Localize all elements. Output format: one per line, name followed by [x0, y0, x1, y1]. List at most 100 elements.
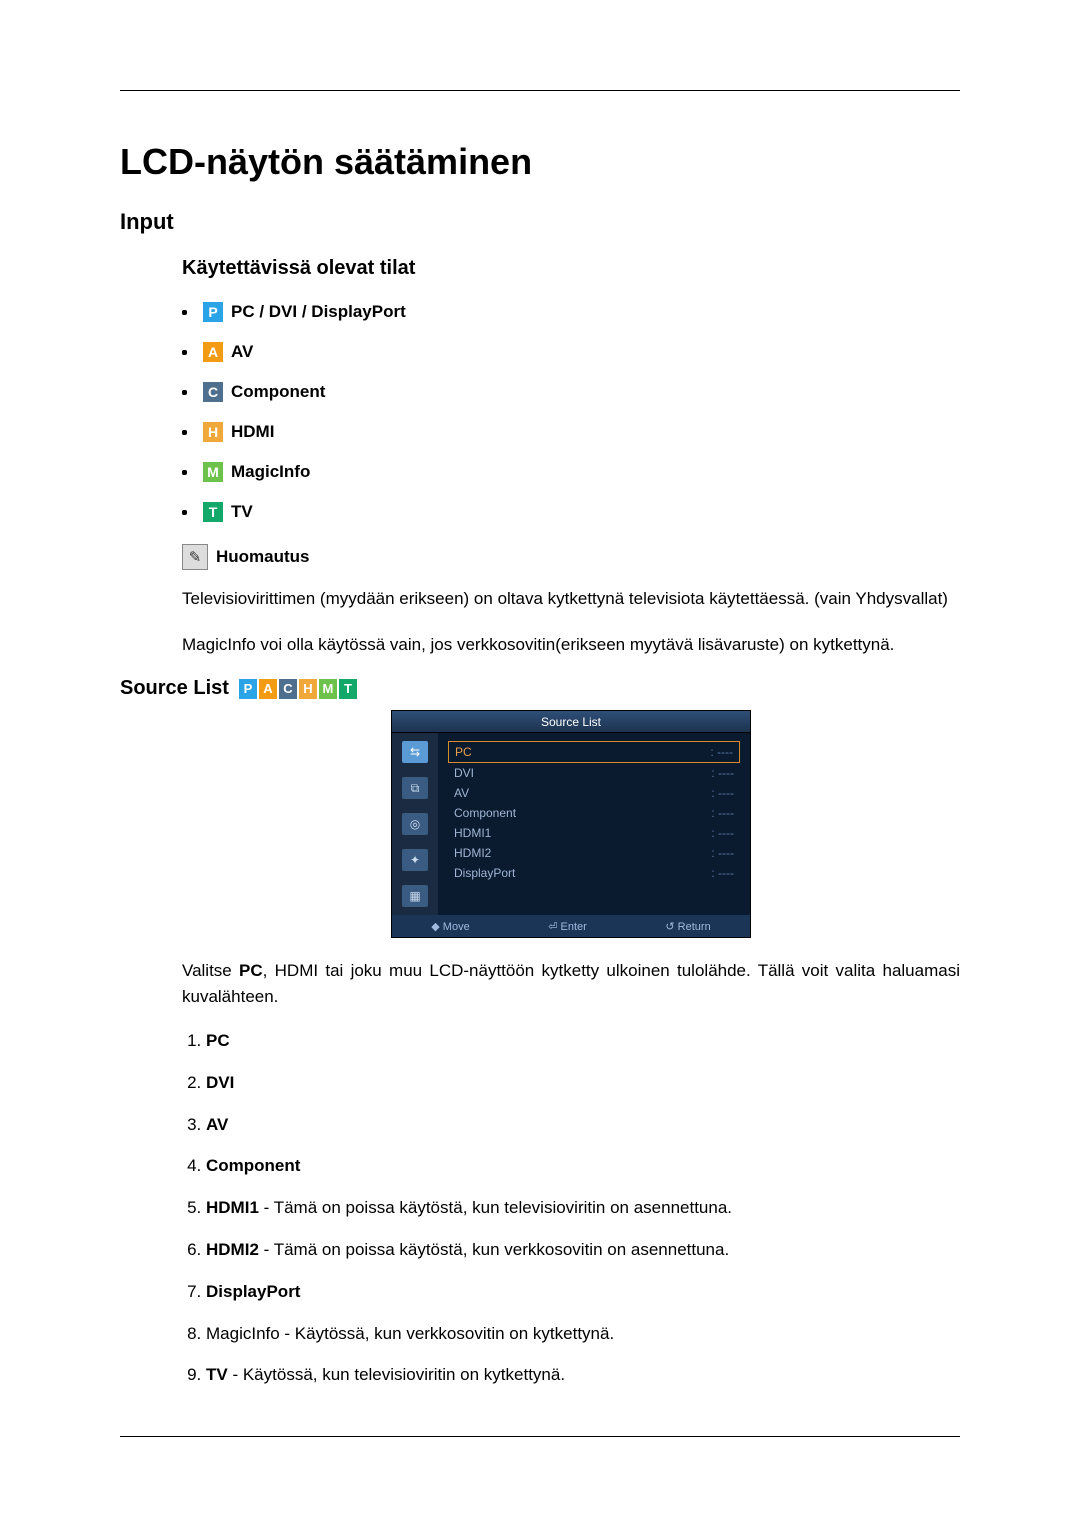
mode-item: H HDMI	[182, 422, 960, 442]
osd-row-name: HDMI1	[454, 826, 491, 840]
badge-letter-icon: C	[279, 679, 297, 699]
osd-row-name: PC	[455, 745, 472, 759]
osd-row-name: AV	[454, 786, 469, 800]
numbered-item: TV - Käytössä, kun televisioviritin on k…	[206, 1363, 960, 1387]
numbered-item-rest: - Käytössä, kun televisioviritin on kytk…	[228, 1365, 565, 1384]
badge-letter-icon: A	[259, 679, 277, 699]
mode-item: A AV	[182, 342, 960, 362]
mode-letter-icon: T	[203, 502, 223, 522]
mode-item: M MagicInfo	[182, 462, 960, 482]
sourcelist-paragraph: Valitse PC, HDMI tai joku muu LCD-näyttö…	[182, 958, 960, 1009]
numbered-item: HDMI2 - Tämä on poissa käytöstä, kun ver…	[206, 1238, 960, 1262]
osd-foot-hint: ↺ Return	[665, 920, 710, 933]
osd-row: HDMI2 : ----	[448, 843, 740, 863]
page-title: LCD-näytön säätäminen	[120, 141, 960, 183]
badge-letter-icon: T	[339, 679, 357, 699]
osd-row-value: : ----	[710, 745, 733, 759]
sourcelist-content: Source List ⇆⧉◎✦▦ PC: ----DVI: ----AV: -…	[182, 710, 960, 1387]
numbered-item: Component	[206, 1154, 960, 1178]
mode-label: HDMI	[231, 422, 274, 442]
bullet-icon	[182, 350, 187, 355]
osd-row-value: : ----	[711, 766, 734, 780]
badge-letter-icon: P	[239, 679, 257, 699]
modes-heading: Käytettävissä olevat tilat	[182, 257, 960, 280]
numbered-source-list: PC DVI AV Component HDMI1 - Tämä on poissa k…	[206, 1029, 960, 1387]
osd-row-name: DVI	[454, 766, 474, 780]
numbered-item-bold: HDMI1	[206, 1198, 259, 1217]
numbered-item: DisplayPort	[206, 1280, 960, 1304]
bullet-icon	[182, 470, 187, 475]
osd-row: DVI : ----	[448, 763, 740, 783]
osd-side-icon: ✦	[402, 849, 428, 871]
mode-letter-icon: A	[203, 342, 223, 362]
numbered-item-bold: AV	[206, 1115, 228, 1134]
osd-row: Component : ----	[448, 803, 740, 823]
mode-item: CComponent	[182, 382, 960, 402]
mode-item: T TV	[182, 502, 960, 522]
mode-item: P PC / DVI / DisplayPort	[182, 302, 960, 322]
mode-label: AV	[231, 342, 253, 362]
osd-body: ⇆⧉◎✦▦ PC: ----DVI: ----AV: ----Component…	[392, 733, 750, 915]
section-input-heading: Input	[120, 209, 960, 235]
osd-row: DisplayPort : ----	[448, 863, 740, 883]
numbered-item-rest: - Tämä on poissa käytöstä, kun televisio…	[259, 1198, 732, 1217]
osd-panel: Source List ⇆⧉◎✦▦ PC: ----DVI: ----AV: -…	[391, 710, 751, 938]
osd-foot-hint: ⏎ Enter	[548, 920, 587, 933]
osd-row: HDMI1 : ----	[448, 823, 740, 843]
osd-row: AV : ----	[448, 783, 740, 803]
numbered-item: PC	[206, 1029, 960, 1053]
numbered-item: HDMI1 - Tämä on poissa käytöstä, kun tel…	[206, 1196, 960, 1220]
mode-label: TV	[231, 502, 253, 522]
osd-row-value: : ----	[711, 866, 734, 880]
osd-footer: ◆ Move ⏎ Enter ↺ Return	[392, 915, 750, 937]
osd-row-value: : ----	[711, 846, 734, 860]
bullet-icon	[182, 430, 187, 435]
mode-label: PC / DVI / DisplayPort	[231, 302, 406, 322]
osd-row-value: : ----	[711, 786, 734, 800]
mode-label: MagicInfo	[231, 462, 310, 482]
osd-row-value: : ----	[711, 826, 734, 840]
osd-screenshot: Source List ⇆⧉◎✦▦ PC: ----DVI: ----AV: -…	[182, 710, 960, 938]
numbered-item-rest: - Tämä on poissa käytöstä, kun verkkosov…	[259, 1240, 729, 1259]
numbered-item-bold: DVI	[206, 1073, 234, 1092]
mode-letter-icon: H	[203, 422, 223, 442]
osd-title: Source List	[392, 711, 750, 733]
mode-badge-strip: PACHMT	[239, 679, 357, 699]
osd-main-list: PC : ---- DVI : ---- AV : ---- Component : ----…	[438, 733, 750, 915]
mode-letter-icon: M	[203, 462, 223, 482]
top-rule	[120, 90, 960, 91]
bullet-icon	[182, 310, 187, 315]
sourcelist-label: Source List	[120, 677, 229, 700]
badge-letter-icon: M	[319, 679, 337, 699]
mode-letter-icon: P	[203, 302, 223, 322]
page: LCD-näytön säätäminen Input Käytettäviss…	[0, 0, 1080, 1527]
note-paragraph-1: Televisiovirittimen (myydään erikseen) o…	[182, 586, 960, 612]
osd-side-icons: ⇆⧉◎✦▦	[392, 733, 438, 915]
osd-side-icon: ▦	[402, 885, 428, 907]
osd-row-value: : ----	[711, 806, 734, 820]
osd-row-name: Component	[454, 806, 516, 820]
osd-side-icon: ◎	[402, 813, 428, 835]
note-row: ✎ Huomautus	[182, 544, 960, 570]
osd-row: PC : ----	[448, 741, 740, 763]
content-block: P PC / DVI / DisplayPort A AV CComponent H HDM…	[182, 302, 960, 657]
sourcelist-heading: Source List PACHMT	[120, 677, 960, 700]
numbered-item-bold: TV	[206, 1365, 228, 1384]
numbered-item: MagicInfo - Käytössä, kun verkkosovitin …	[206, 1322, 960, 1346]
badge-letter-icon: H	[299, 679, 317, 699]
bottom-rule	[120, 1436, 960, 1437]
numbered-item-bold: PC	[206, 1031, 230, 1050]
note-icon: ✎	[182, 544, 208, 570]
numbered-item: DVI	[206, 1071, 960, 1095]
osd-row-name: DisplayPort	[454, 866, 515, 880]
osd-foot-hint: ◆ Move	[431, 920, 469, 933]
numbered-item: AV	[206, 1113, 960, 1137]
bullet-icon	[182, 390, 187, 395]
modes-list: P PC / DVI / DisplayPort A AV CComponent H HDM…	[182, 302, 960, 522]
mode-letter-icon: C	[203, 382, 223, 402]
osd-row-name: HDMI2	[454, 846, 491, 860]
bullet-icon	[182, 510, 187, 515]
numbered-item-bold: HDMI2	[206, 1240, 259, 1259]
note-label: Huomautus	[216, 547, 310, 567]
osd-side-icon: ⇆	[402, 741, 428, 763]
